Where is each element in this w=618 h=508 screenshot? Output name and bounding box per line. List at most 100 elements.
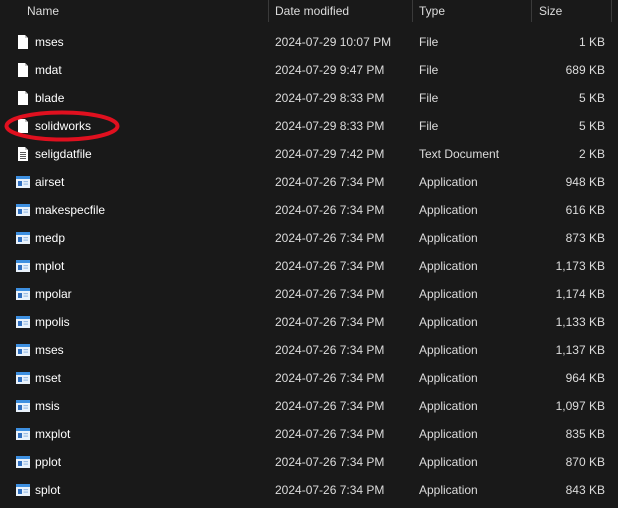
file-row[interactable]: splot 2024-07-26 7:34 PM Application 843 KB xyxy=(0,476,618,504)
file-date-modified: 2024-07-29 8:33 PM xyxy=(275,91,385,105)
column-header-size[interactable]: Size xyxy=(539,0,562,23)
file-size: 2 KB xyxy=(578,147,605,161)
file-date-modified: 2024-07-26 7:34 PM xyxy=(275,343,385,357)
file-type: Application xyxy=(419,399,478,413)
file-size: 1,097 KB xyxy=(555,399,605,413)
file-row[interactable]: mset 2024-07-26 7:34 PM Application 964 KB xyxy=(0,364,618,392)
file-size: 873 KB xyxy=(565,231,605,245)
file-type: Application xyxy=(419,231,478,245)
file-size: 616 KB xyxy=(565,203,605,217)
file-type: Application xyxy=(419,315,478,329)
file-size: 835 KB xyxy=(565,427,605,441)
file-date-modified: 2024-07-26 7:34 PM xyxy=(275,231,385,245)
file-size: 1 KB xyxy=(578,35,605,49)
file-type: Application xyxy=(419,371,478,385)
file-name: mses xyxy=(35,35,64,49)
file-date-modified: 2024-07-26 7:34 PM xyxy=(275,315,385,329)
file-name: mxplot xyxy=(35,427,71,441)
file-date-modified: 2024-07-26 7:34 PM xyxy=(275,371,385,385)
file-name: seligdatfile xyxy=(35,147,92,161)
file-size: 5 KB xyxy=(578,119,605,133)
file-size: 870 KB xyxy=(565,455,605,469)
file-size: 1,173 KB xyxy=(555,259,605,273)
column-header-type[interactable]: Type xyxy=(419,0,445,23)
column-header-name[interactable]: Name xyxy=(27,0,59,23)
file-size: 964 KB xyxy=(565,371,605,385)
application-icon xyxy=(15,342,31,358)
text-document-icon xyxy=(15,146,31,162)
application-icon xyxy=(15,258,31,274)
file-date-modified: 2024-07-29 8:33 PM xyxy=(275,119,385,133)
application-icon xyxy=(15,482,31,498)
file-name: mpolis xyxy=(35,315,70,329)
column-divider[interactable] xyxy=(412,0,413,22)
file-row[interactable]: mses 2024-07-26 7:34 PM Application 1,137 K… xyxy=(0,336,618,364)
file-row[interactable]: seligdatfile 2024-07-29 7:42 PM Text Docum… xyxy=(0,140,618,168)
file-row[interactable]: mxplot 2024-07-26 7:34 PM Application 835 K… xyxy=(0,420,618,448)
file-row[interactable]: mdat 2024-07-29 9:47 PM File 689 KB xyxy=(0,56,618,84)
file-size: 689 KB xyxy=(565,63,605,77)
file-name: splot xyxy=(35,483,61,497)
application-icon xyxy=(15,202,31,218)
file-type: Application xyxy=(419,455,478,469)
application-icon xyxy=(15,454,31,470)
file-type: Application xyxy=(419,343,478,357)
file-date-modified: 2024-07-29 9:47 PM xyxy=(275,63,385,77)
file-icon xyxy=(15,90,31,106)
file-row[interactable]: airset 2024-07-26 7:34 PM Application 948 K… xyxy=(0,168,618,196)
file-date-modified: 2024-07-26 7:34 PM xyxy=(275,455,385,469)
file-name: makespecfile xyxy=(35,203,106,217)
file-type: File xyxy=(419,119,439,133)
file-size: 1,174 KB xyxy=(555,287,605,301)
file-name: mset xyxy=(35,371,62,385)
file-date-modified: 2024-07-29 10:07 PM xyxy=(275,35,392,49)
file-icon xyxy=(15,34,31,50)
file-date-modified: 2024-07-26 7:34 PM xyxy=(275,427,385,441)
file-type: Application xyxy=(419,259,478,273)
red-circle-annotation xyxy=(4,110,120,142)
file-date-modified: 2024-07-26 7:34 PM xyxy=(275,399,385,413)
application-icon xyxy=(15,370,31,386)
file-size: 1,133 KB xyxy=(555,315,605,329)
file-list: mses 2024-07-29 10:07 PM File 1 KB mdat 2024-… xyxy=(0,28,618,504)
file-row[interactable]: blade 2024-07-29 8:33 PM File 5 KB xyxy=(0,84,618,112)
file-date-modified: 2024-07-26 7:34 PM xyxy=(275,259,385,273)
file-type: File xyxy=(419,63,439,77)
file-name: mpolar xyxy=(35,287,72,301)
application-icon xyxy=(15,230,31,246)
file-row[interactable]: mplot 2024-07-26 7:34 PM Application 1,173 … xyxy=(0,252,618,280)
file-date-modified: 2024-07-26 7:34 PM xyxy=(275,287,385,301)
file-size: 5 KB xyxy=(578,91,605,105)
file-type: Application xyxy=(419,287,478,301)
file-name: pplot xyxy=(35,455,62,469)
application-icon xyxy=(15,286,31,302)
file-date-modified: 2024-07-26 7:34 PM xyxy=(275,175,385,189)
file-type: Text Document xyxy=(419,147,500,161)
file-type: Application xyxy=(419,203,478,217)
application-icon xyxy=(15,426,31,442)
file-icon xyxy=(15,62,31,78)
file-name: airset xyxy=(35,175,65,189)
file-row[interactable]: pplot 2024-07-26 7:34 PM Application 870 KB xyxy=(0,448,618,476)
file-row[interactable]: msis 2024-07-26 7:34 PM Application 1,097 K… xyxy=(0,392,618,420)
column-divider[interactable] xyxy=(531,0,532,22)
file-date-modified: 2024-07-26 7:34 PM xyxy=(275,483,385,497)
column-header: Name Date modified Type Size xyxy=(0,0,618,23)
file-name: medp xyxy=(35,231,66,245)
file-size: 843 KB xyxy=(565,483,605,497)
column-divider[interactable] xyxy=(611,0,612,22)
column-divider[interactable] xyxy=(268,0,269,22)
application-icon xyxy=(15,174,31,190)
file-row[interactable]: mses 2024-07-29 10:07 PM File 1 KB xyxy=(0,28,618,56)
file-row[interactable]: mpolar 2024-07-26 7:34 PM Application 1,174… xyxy=(0,280,618,308)
file-size: 1,137 KB xyxy=(555,343,605,357)
file-name: blade xyxy=(35,91,65,105)
file-date-modified: 2024-07-29 7:42 PM xyxy=(275,147,385,161)
file-type: File xyxy=(419,91,439,105)
file-row[interactable]: makespecfile 2024-07-26 7:34 PM Applicatio… xyxy=(0,196,618,224)
column-header-date-modified[interactable]: Date modified xyxy=(275,0,349,23)
file-row[interactable]: mpolis 2024-07-26 7:34 PM Application 1,133… xyxy=(0,308,618,336)
file-row[interactable]: medp 2024-07-26 7:34 PM Application 873 KB xyxy=(0,224,618,252)
file-type: File xyxy=(419,35,439,49)
file-name: msis xyxy=(35,399,60,413)
